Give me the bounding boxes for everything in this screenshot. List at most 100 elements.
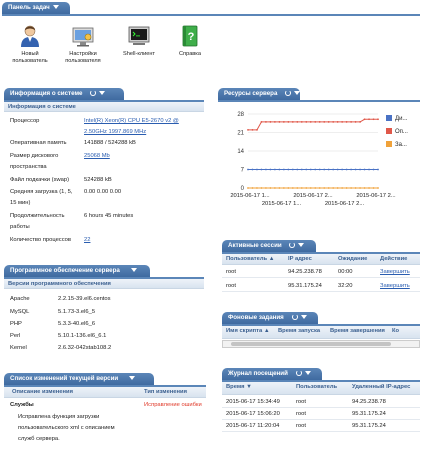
help-label: Справка (179, 51, 201, 57)
resources-chart-svg: 0 7 14 21 28 2015-06-17 1... 2015-06-17 1... 20… (230, 112, 408, 207)
help-book-icon: ? (178, 24, 202, 48)
chart-point (291, 121, 294, 123)
column-header-wait[interactable]: Ожидание (338, 256, 367, 262)
refresh-icon[interactable] (289, 242, 296, 249)
system-info-subheader: Информация о системе (4, 102, 204, 112)
cpu-value-2[interactable]: 2.50GHz 1997.869 MHz (84, 129, 146, 135)
chevron-down-icon[interactable] (99, 91, 106, 96)
chart-point (377, 168, 379, 171)
disk-value[interactable]: 25068 Mb (84, 153, 110, 159)
cpu-value[interactable]: Intel(R) Xeon(R) CPU E5-2670 v2 @ (84, 118, 179, 124)
chart-point (372, 168, 375, 171)
column-header-remote-ip[interactable]: Удаленный IP-адрес (352, 384, 410, 390)
help-button[interactable]: ? Справка (170, 24, 210, 58)
resources-divider (218, 100, 420, 102)
tab-server-software[interactable]: Программное обеспечение сервера (4, 265, 150, 277)
chart-y-tick-label: 21 (237, 131, 244, 137)
tab-background-jobs[interactable]: Фоновые задания (222, 312, 318, 324)
new-user-button[interactable]: Новый пользователь (8, 24, 52, 65)
column-header-ip[interactable]: IP адрес (288, 256, 312, 262)
visits-table-header: Время ▼ Пользователь Удаленный IP-адрес (222, 382, 420, 395)
changelog-entry-line: Исправлена функция загрузки (18, 414, 100, 420)
chart-point (273, 121, 276, 123)
column-header-action[interactable]: Действие (380, 256, 407, 262)
chart-point (323, 187, 326, 189)
visit-row: 2015-06-17 15:34:49 root 94.25.238.78 (222, 397, 420, 408)
scrollbar-thumb[interactable] (231, 342, 391, 346)
refresh-icon[interactable] (291, 314, 298, 321)
chart-legend-swatch (386, 141, 392, 147)
sessions-table-header: Пользователь ▲ IP адрес Ожидание Действи… (222, 254, 420, 265)
tab-server-resources[interactable]: Ресурсы сервера (218, 88, 301, 100)
chart-point (336, 168, 339, 171)
new-user-label-2: пользователь (12, 58, 48, 64)
terminate-session-link[interactable]: Завершить (380, 269, 410, 275)
chart-point (368, 187, 370, 189)
software-name: Kernel (10, 345, 27, 351)
column-header-user[interactable]: Пользователь ▲ (226, 256, 274, 262)
tab-task-panel[interactable]: Панель задач (2, 2, 70, 14)
chart-point (260, 121, 263, 123)
chevron-down-icon[interactable] (52, 5, 59, 10)
chart-point (273, 168, 276, 171)
chart-point (251, 128, 254, 131)
chart-point (296, 168, 299, 171)
column-header-type[interactable]: Тип изменения (144, 389, 187, 395)
software-tab-title: Программное обеспечение сервера (10, 267, 120, 274)
changelog-entry-line: пользовательского xml с описанием (18, 425, 115, 431)
chart-point (282, 168, 285, 171)
horizontal-scrollbar[interactable] (222, 340, 420, 348)
chart-point (327, 168, 330, 171)
chart-point (300, 121, 303, 123)
tab-active-sessions[interactable]: Активные сессии (222, 240, 316, 252)
disk-label-2: пространства (10, 164, 47, 170)
chart-point (359, 168, 361, 171)
chevron-down-icon[interactable] (298, 243, 305, 248)
chevron-down-icon[interactable] (294, 91, 301, 96)
tab-visit-log[interactable]: Журнал посещений (222, 368, 322, 380)
refresh-icon[interactable] (295, 370, 302, 377)
chart-point (323, 121, 326, 123)
background-table-header: Имя скрипта ▲ Время запуска Время заверш… (222, 326, 420, 339)
chart-point (377, 187, 379, 189)
chevron-down-icon[interactable] (128, 376, 135, 381)
column-header-start-time[interactable]: Время запуска (278, 328, 320, 334)
chart-point (368, 168, 370, 171)
session-row: root 95.31.175.24 32:20 Завершить (222, 281, 420, 292)
column-header-time[interactable]: Время ▼ (226, 384, 252, 390)
refresh-icon[interactable] (285, 90, 292, 97)
chart-point (345, 168, 348, 171)
chevron-down-icon[interactable] (300, 315, 307, 320)
chart-point (305, 187, 308, 189)
chart-point (305, 121, 308, 123)
resources-tab-title: Ресурсы сервера (224, 90, 278, 97)
chevron-down-icon[interactable] (130, 268, 137, 273)
processes-value[interactable]: 22 (84, 237, 90, 243)
column-header-extra[interactable]: Ко (392, 328, 399, 334)
column-header-script-name[interactable]: Имя скрипта ▲ (226, 328, 270, 334)
chart-point (363, 168, 366, 171)
column-header-user[interactable]: Пользователь (296, 384, 337, 390)
refresh-icon[interactable] (90, 90, 97, 97)
chart-point (256, 187, 258, 189)
chart-point (350, 187, 353, 189)
chevron-down-icon[interactable] (304, 371, 311, 376)
terminate-session-link[interactable]: Завершить (380, 283, 410, 289)
changelog-entry-line: служб сервера. (18, 436, 60, 442)
chart-point (372, 187, 375, 189)
tab-changelog[interactable]: Список изменений текущей версии (4, 373, 154, 385)
chart-point (251, 187, 254, 189)
column-header-end-time[interactable]: Время завершения (330, 328, 385, 334)
chart-point (309, 168, 312, 171)
chart-point (300, 168, 303, 171)
processes-label: Количество процессов (10, 237, 71, 243)
task-panel-title: Панель задач (8, 4, 50, 11)
column-header-description[interactable]: Описание изменения (12, 389, 73, 395)
session-ip: 95.31.175.24 (288, 283, 322, 289)
software-version: 5.1.73-3.el6_5 (58, 309, 96, 315)
chart-point (265, 121, 267, 123)
tab-system-info[interactable]: Информация о системе (4, 88, 124, 100)
user-settings-button[interactable]: Настройки пользователя (58, 24, 108, 65)
chart-x-tick-label: 2015-06-17 1... (230, 193, 270, 199)
shell-client-button[interactable]: Shell-клиент (117, 24, 161, 58)
